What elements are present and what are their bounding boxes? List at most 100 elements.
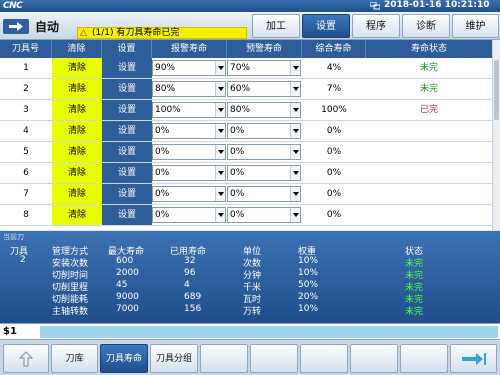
chevron-down-icon[interactable] [215,187,225,201]
clear-button[interactable]: 清除 [52,121,102,141]
table-row[interactable]: 4 清除 设置 0% 0% 0% [0,121,492,142]
alarm-life-select[interactable]: 0% [152,144,226,160]
tab-machining[interactable]: 加工 [252,14,300,38]
set-button[interactable]: 设置 [102,184,152,204]
softkey-tool-life[interactable]: 刀具寿命 [100,344,148,373]
clear-button[interactable]: 清除 [52,79,102,99]
chevron-down-icon[interactable] [215,103,225,117]
max-life: 600 [116,256,134,266]
life-weight: 20% [298,292,319,302]
softkey-empty-6[interactable] [250,344,298,373]
set-button[interactable]: 设置 [102,58,152,78]
set-button[interactable]: 设置 [102,79,152,99]
tool-value: 2 [20,255,26,265]
alarm-life-value: 0% [155,147,170,157]
tab-maintenance[interactable]: 维护 [452,14,499,38]
tool-number: 3 [23,105,29,115]
col-set: 设置 [102,40,152,58]
alarm-life-value: 90% [155,63,176,73]
softkey-tool-group[interactable]: 刀具分组 [150,344,198,373]
mgmt-mode: 主轴转数 [52,307,89,317]
set-button[interactable]: 设置 [102,100,152,120]
clear-button[interactable]: 清除 [52,205,102,225]
chevron-down-icon[interactable] [215,166,225,180]
softkey-empty-9[interactable] [400,344,448,373]
warn-life-select[interactable]: 0% [227,144,301,160]
tool-number: 8 [23,210,29,220]
alarm-life-select[interactable]: 100% [152,102,226,118]
alarm-life-select[interactable]: 0% [152,186,226,202]
warn-life-select[interactable]: 0% [227,165,301,181]
chevron-down-icon[interactable] [290,124,300,138]
softkey-up[interactable] [3,344,49,373]
chevron-down-icon[interactable] [215,82,225,96]
table-row[interactable]: 5 清除 设置 0% 0% 0% [0,142,492,163]
table-row[interactable]: 8 清除 设置 0% 0% 0% [0,205,492,226]
table-row[interactable]: 6 清除 设置 0% 0% 0% [0,163,492,184]
softkey-tool-magazine[interactable]: 刀库 [51,344,98,373]
chevron-down-icon[interactable] [215,145,225,159]
total-life-value: 7% [326,84,342,94]
chevron-down-icon[interactable] [290,82,300,96]
chevron-down-icon[interactable] [290,103,300,117]
set-button[interactable]: 设置 [102,142,152,162]
alarm-life-value: 0% [155,168,170,178]
warn-life-select[interactable]: 0% [227,207,301,223]
softkey-empty-7[interactable] [300,344,348,373]
used-life: 156 [184,304,202,314]
set-button[interactable]: 设置 [102,121,152,141]
warn-life-select[interactable]: 0% [227,186,301,202]
table-row[interactable]: 2 清除 设置 80% 60% 7% 未完 [0,79,492,100]
table-row[interactable]: 3 清除 设置 100% 80% 100% 已完 [0,100,492,121]
command-input[interactable] [40,326,498,338]
warn-life-select[interactable]: 80% [227,102,301,118]
clear-button[interactable]: 清除 [52,142,102,162]
chevron-down-icon[interactable] [215,124,225,138]
scrollbar-thumb[interactable] [494,60,499,120]
alarm-life-select[interactable]: 80% [152,81,226,97]
table-scrollbar[interactable] [492,40,500,230]
chevron-down-icon[interactable] [290,61,300,75]
set-button[interactable]: 设置 [102,205,152,225]
tool-number: 4 [23,126,29,136]
chevron-down-icon[interactable] [290,166,300,180]
warn-life-select[interactable]: 0% [227,123,301,139]
tab-program[interactable]: 程序 [352,14,400,38]
softkey-empty-8[interactable] [350,344,398,373]
set-button[interactable]: 设置 [102,163,152,183]
chevron-down-icon[interactable] [290,208,300,222]
alarm-life-select[interactable]: 90% [152,60,226,76]
total-life-value: 0% [326,189,342,199]
col-alarm-life: 报警寿命 [152,40,227,58]
warn-life-select[interactable]: 60% [227,81,301,97]
clear-button[interactable]: 清除 [52,58,102,78]
life-status [366,205,492,225]
command-line: $1 [0,323,500,340]
tab-settings[interactable]: 设置 [302,14,350,38]
max-life: 2000 [116,268,139,278]
softkey-empty-5[interactable] [200,344,248,373]
col-total-life: 综合寿命 [302,40,366,58]
alarm-life-select[interactable]: 0% [152,207,226,223]
tab-diagnosis[interactable]: 诊断 [402,14,450,38]
alarm-banner[interactable]: △ (1/1) 有刀具寿命已完 [77,27,247,39]
used-life: 4 [184,280,190,290]
chevron-down-icon[interactable] [215,208,225,222]
life-status [366,121,492,141]
warn-life-value: 60% [230,84,251,94]
clear-button[interactable]: 清除 [52,163,102,183]
clear-button[interactable]: 清除 [52,100,102,120]
life-unit: 万转 [243,307,262,317]
clear-button[interactable]: 清除 [52,184,102,204]
softkey-next[interactable] [450,344,497,373]
table-row[interactable]: 1 清除 设置 90% 70% 4% 未完 [0,58,492,79]
channel-label: $1 [3,326,17,337]
chevron-down-icon[interactable] [290,145,300,159]
alarm-life-select[interactable]: 0% [152,123,226,139]
chevron-down-icon[interactable] [290,187,300,201]
alarm-life-select[interactable]: 0% [152,165,226,181]
alarm-life-value: 80% [155,84,176,94]
chevron-down-icon[interactable] [215,61,225,75]
warn-life-select[interactable]: 70% [227,60,301,76]
table-row[interactable]: 7 清除 设置 0% 0% 0% [0,184,492,205]
